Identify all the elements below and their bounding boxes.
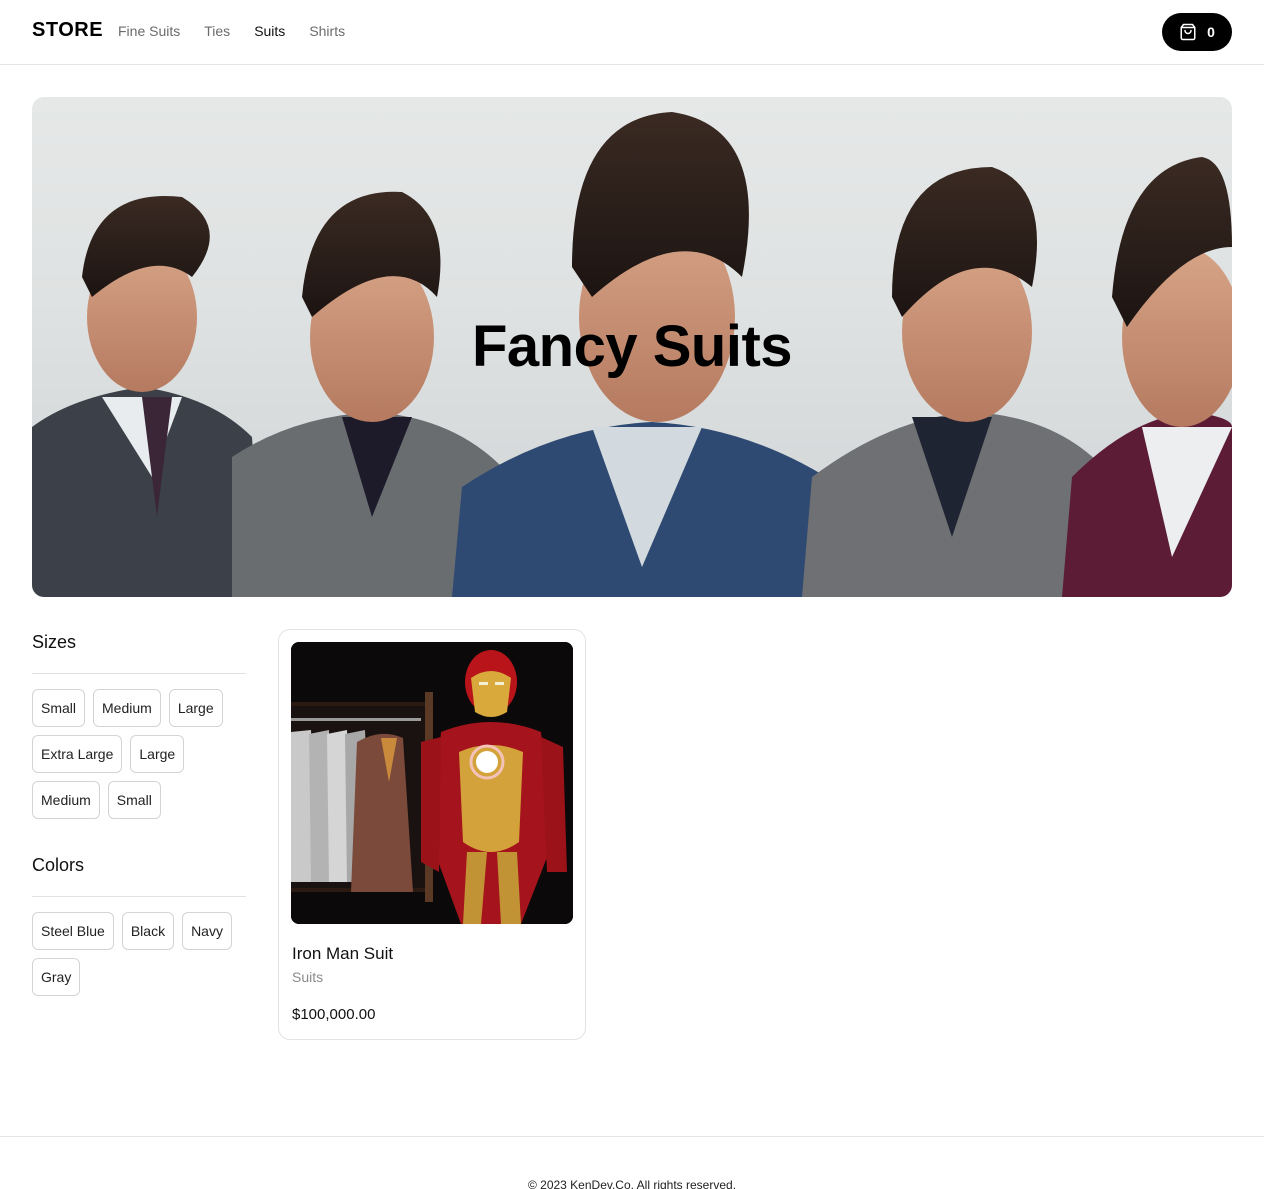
store-logo[interactable]: STORE (32, 19, 103, 42)
sizes-filter-options: Small Medium Large Extra Large Large Med… (32, 689, 246, 819)
category-nav: Fine Suits Ties Suits Shirts (118, 23, 345, 39)
shopping-bag-icon (1180, 23, 1196, 41)
size-option-large[interactable]: Large (168, 689, 223, 727)
product-category: Suits (292, 969, 324, 985)
color-option-black[interactable]: Black (121, 912, 175, 950)
size-option-extra-large[interactable]: Extra Large (32, 735, 123, 773)
size-option-medium[interactable]: Medium (32, 781, 100, 819)
product-name[interactable]: Iron Man Suit (292, 944, 393, 964)
hero-banner: Fancy Suits (32, 97, 1232, 597)
cart-button[interactable]: 0 (1162, 13, 1232, 51)
copyright-text: © 2023 KenDev.Co. All rights reserved. (527, 1178, 737, 1189)
size-option-medium[interactable]: Medium (93, 689, 161, 727)
size-option-small[interactable]: Small (32, 689, 86, 727)
nav-link-suits[interactable]: Suits (254, 23, 285, 39)
product-image[interactable] (291, 642, 573, 924)
divider (32, 673, 246, 674)
sizes-filter-title: Sizes (32, 632, 77, 652)
colors-filter-options: Steel Blue Black Navy Gray (32, 912, 246, 996)
color-option-gray[interactable]: Gray (32, 958, 81, 996)
colors-filter-title: Colors (32, 855, 85, 875)
divider (32, 896, 246, 897)
cart-count: 0 (1207, 24, 1215, 40)
footer: © 2023 KenDev.Co. All rights reserved. (0, 1136, 1264, 1189)
size-option-large[interactable]: Large (130, 735, 185, 773)
nav-link-fine-suits[interactable]: Fine Suits (118, 23, 180, 39)
product-card[interactable]: Iron Man Suit Suits $100,000.00 (278, 629, 586, 1040)
nav-link-shirts[interactable]: Shirts (309, 23, 345, 39)
iron-man-suit-image (291, 642, 573, 924)
nav-link-ties[interactable]: Ties (204, 23, 230, 39)
hero-title: Fancy Suits (471, 314, 793, 379)
top-navbar: STORE Fine Suits Ties Suits Shirts 0 (0, 0, 1264, 65)
product-price: $100,000.00 (292, 1006, 376, 1023)
color-option-navy[interactable]: Navy (182, 912, 232, 950)
size-option-small[interactable]: Small (107, 781, 161, 819)
color-option-steel-blue[interactable]: Steel Blue (32, 912, 114, 950)
